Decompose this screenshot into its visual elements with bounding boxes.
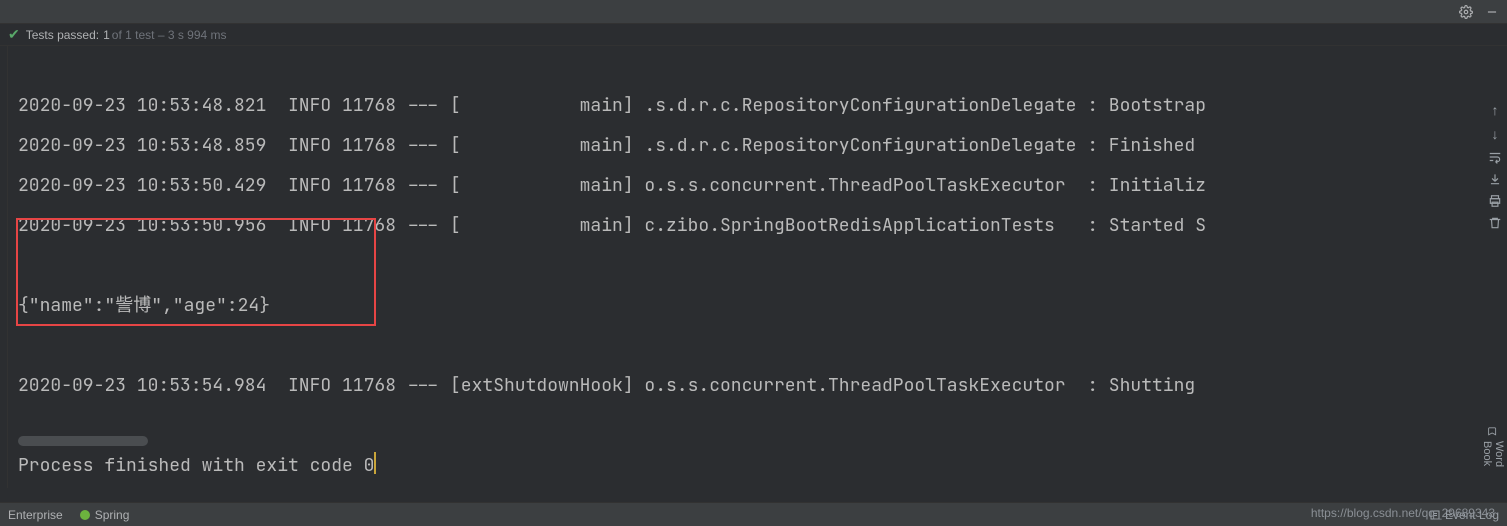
- status-bar: Enterprise Spring Event Log: [0, 502, 1507, 526]
- word-book-tab[interactable]: Word Book: [1481, 426, 1505, 488]
- tests-suffix: of 1 test – 3 s 994 ms: [112, 28, 227, 42]
- console-toolbar: ↑ ↓: [1483, 92, 1507, 230]
- console-output[interactable]: 2020-09-23 10:53:48.821 INFO 11768 --- […: [8, 46, 1507, 488]
- gear-icon[interactable]: [1459, 5, 1473, 19]
- log-line: 2020-09-23 10:53:50.429 INFO 11768 --- […: [18, 174, 1206, 197]
- status-item-enterprise[interactable]: Enterprise: [8, 508, 63, 522]
- log-line: 2020-09-23 10:53:48.821 INFO 11768 --- […: [18, 94, 1206, 117]
- console-wrap: 2020-09-23 10:53:48.821 INFO 11768 --- […: [0, 46, 1507, 488]
- tests-label: Tests passed:: [26, 28, 99, 42]
- log-line: 2020-09-23 10:53:54.984 INFO 11768 --- […: [18, 374, 1206, 397]
- status-left: Enterprise Spring: [8, 508, 129, 522]
- scroll-to-end-icon[interactable]: [1488, 172, 1502, 186]
- horizontal-scrollbar[interactable]: [18, 436, 148, 446]
- status-item-label: Enterprise: [8, 508, 63, 522]
- up-arrow-icon[interactable]: ↑: [1492, 102, 1499, 118]
- check-icon: ✔: [8, 26, 20, 43]
- text-cursor: [374, 452, 376, 474]
- print-icon[interactable]: [1488, 194, 1502, 208]
- tests-status-bar: ✔ Tests passed: 1 of 1 test – 3 s 994 ms: [0, 24, 1507, 46]
- tests-count: 1: [103, 28, 110, 42]
- log-line: Process finished with exit code 0: [18, 454, 374, 477]
- clear-all-icon[interactable]: [1488, 216, 1502, 230]
- top-toolbar: [0, 0, 1507, 24]
- left-gutter: [0, 46, 8, 488]
- minimize-icon[interactable]: [1485, 5, 1499, 19]
- log-line: 2020-09-23 10:53:50.956 INFO 11768 --- […: [18, 214, 1206, 237]
- status-item-label: Spring: [95, 508, 130, 522]
- word-book-label: Word Book: [1481, 441, 1505, 488]
- status-item-spring[interactable]: Spring: [79, 508, 130, 522]
- log-line: {"name":"訾博","age":24}: [18, 294, 270, 317]
- soft-wrap-icon[interactable]: [1488, 150, 1502, 164]
- watermark: https://blog.csdn.net/qq_29689343: [1311, 506, 1495, 520]
- log-line: 2020-09-23 10:53:48.859 INFO 11768 --- […: [18, 134, 1206, 157]
- down-arrow-icon[interactable]: ↓: [1492, 126, 1499, 142]
